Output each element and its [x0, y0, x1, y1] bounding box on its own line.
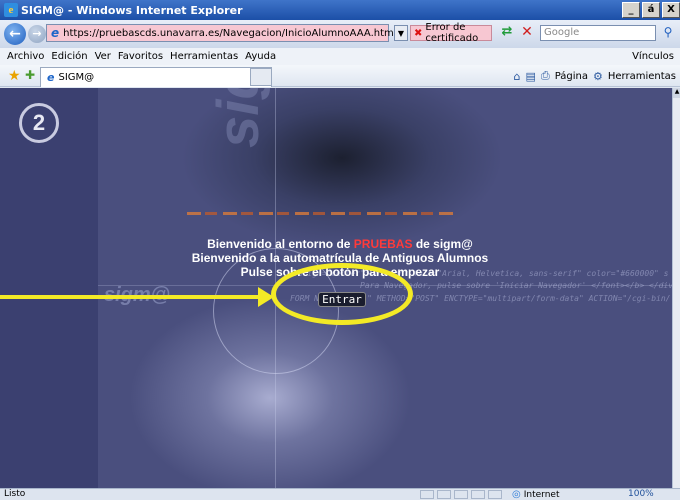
stop-button[interactable]: ✕ — [518, 24, 536, 42]
annotation-highlight-ellipse — [271, 263, 413, 325]
page-viewport: 2 sigm@ sigm@ p align="center"><b><font … — [0, 88, 672, 488]
status-bar: Listo ◎ Internet 100% — [0, 488, 680, 500]
menu-bar: Archivo Edición Ver Favoritos Herramient… — [0, 48, 680, 65]
menu-archivo[interactable]: Archivo — [7, 51, 44, 62]
tab-page-icon: e — [47, 71, 55, 84]
zoom-level[interactable]: 100% — [628, 489, 654, 499]
certificate-error-button[interactable]: ✖ Error de certificado — [410, 22, 492, 44]
certificate-error-icon: ✖ — [414, 27, 423, 39]
menu-herramientas[interactable]: Herramientas — [170, 51, 238, 62]
add-favorite-icon[interactable]: ✚ — [25, 68, 35, 82]
tab-bar: ★ ✚ e SIGM@ ⌂ ▤ ⎙ Página ⚙ Herramientas — [0, 65, 680, 87]
page-menu[interactable]: Página — [555, 71, 588, 82]
tools-menu[interactable]: Herramientas — [608, 71, 676, 82]
forward-button[interactable]: → — [28, 25, 46, 43]
side-strip — [0, 88, 98, 488]
tab-sigma[interactable]: e SIGM@ — [40, 67, 272, 87]
favorites-star-icon[interactable]: ★ — [8, 68, 21, 84]
window-title: SIGM@ - Windows Internet Explorer — [21, 3, 243, 17]
decor-orange-band — [187, 212, 457, 215]
scroll-up-arrow-icon[interactable]: ▲ — [673, 88, 680, 98]
tab-title: SIGM@ — [58, 72, 95, 83]
ie-icon: e — [4, 3, 18, 17]
address-row: ← → e https://pruebascds.unavarra.es/Nav… — [0, 20, 680, 48]
maximize-button[interactable]: á — [642, 2, 660, 18]
vertical-scrollbar[interactable]: ▲ — [672, 88, 680, 488]
status-cells — [420, 490, 502, 499]
menu-ver[interactable]: Ver — [95, 51, 111, 62]
url-text: https://pruebascds.unavarra.es/Navegacio… — [63, 27, 397, 39]
menu-ayuda[interactable]: Ayuda — [245, 51, 276, 62]
address-dropdown-button[interactable]: ▼ — [394, 25, 408, 41]
tools-icon[interactable]: ⚙ — [593, 70, 603, 83]
pruebas-highlight: PRUEBAS — [353, 237, 413, 251]
search-icon[interactable]: ⚲ — [659, 25, 677, 41]
step-indicator: 2 — [19, 103, 59, 143]
menu-favoritos[interactable]: Favoritos — [118, 51, 163, 62]
feeds-icon[interactable]: ▤ — [525, 70, 535, 83]
welcome-suffix: de sigm@ — [412, 237, 473, 251]
print-icon[interactable]: ⎙ — [541, 69, 550, 83]
title-bar: e SIGM@ - Windows Internet Explorer _ á … — [0, 0, 680, 20]
menu-edicion[interactable]: Edición — [51, 51, 87, 62]
refresh-button[interactable]: ⇄ — [498, 24, 516, 42]
globe-icon: ◎ — [512, 489, 521, 500]
welcome-prefix: Bienvenido al entorno de — [207, 237, 354, 251]
back-button[interactable]: ← — [4, 23, 26, 45]
status-text: Listo — [4, 489, 26, 499]
certificate-error-label: Error de certificado — [425, 22, 479, 44]
links-label[interactable]: Vínculos — [632, 51, 674, 62]
close-button[interactable]: X — [662, 2, 680, 18]
search-input[interactable]: Google — [540, 25, 656, 41]
sigma-watermark-vertical: sigm@ — [205, 88, 272, 148]
security-zone[interactable]: ◎ Internet — [512, 489, 559, 500]
address-bar[interactable]: e https://pruebascds.unavarra.es/Navegac… — [46, 24, 397, 42]
annotation-arrow-line — [0, 295, 265, 299]
window-controls: _ á X — [622, 2, 680, 18]
new-tab-button[interactable] — [250, 68, 272, 86]
command-bar: ⌂ ▤ ⎙ Página ⚙ Herramientas — [513, 69, 676, 83]
minimize-button[interactable]: _ — [622, 2, 640, 18]
page-icon: e — [51, 26, 60, 40]
home-icon[interactable]: ⌂ — [513, 70, 520, 83]
zone-label: Internet — [523, 489, 560, 500]
welcome-line-1: Bienvenido al entorno de PRUEBAS de sigm… — [160, 237, 520, 251]
